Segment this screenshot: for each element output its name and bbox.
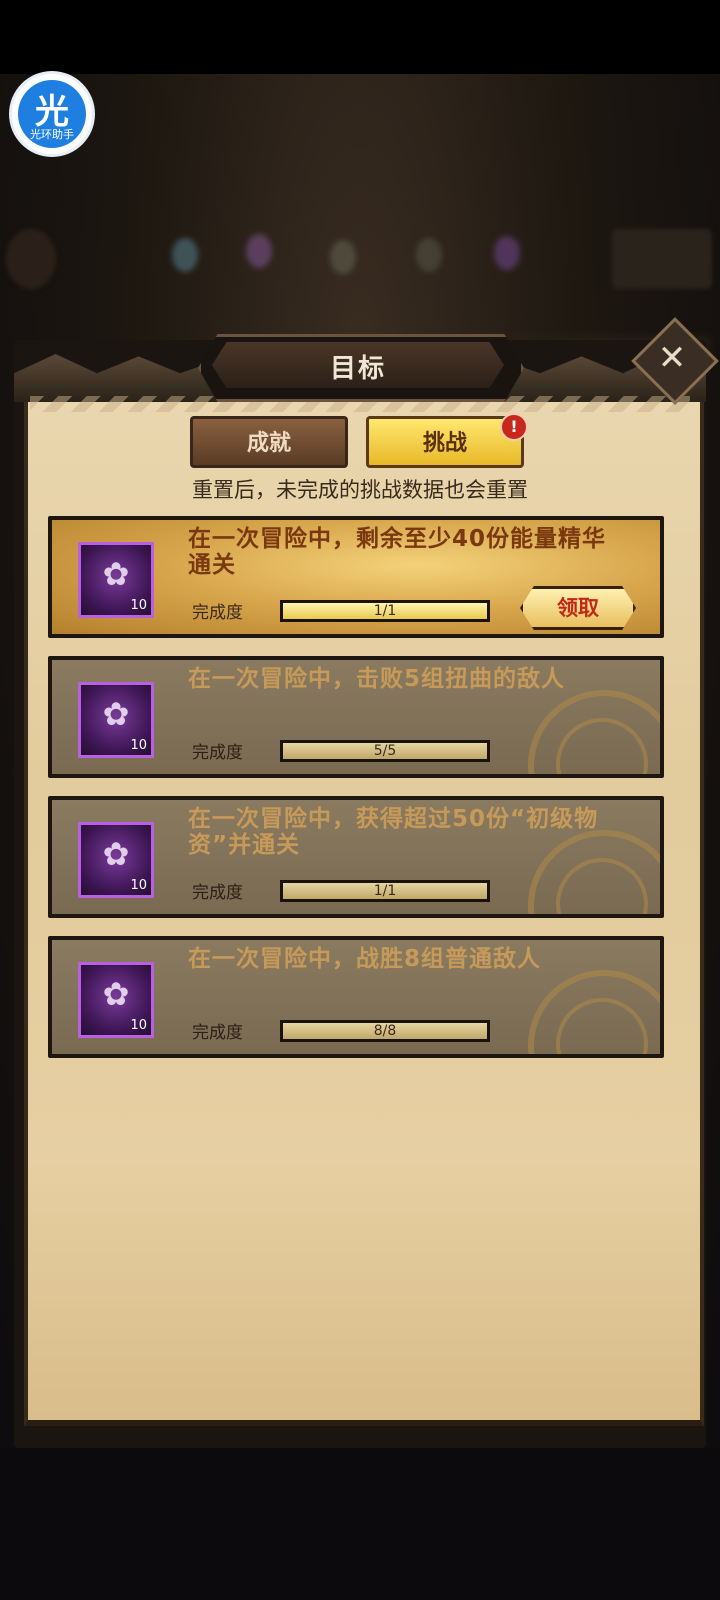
scroll-reward-icon[interactable]: ✿ 10 xyxy=(78,962,154,1038)
bg-resource-icon xyxy=(172,238,198,272)
progress-label: 完成度 xyxy=(192,883,243,903)
progress-value: 1/1 xyxy=(373,603,397,619)
reward-count: 10 xyxy=(130,738,147,753)
stamp-inner xyxy=(556,858,648,914)
progress-value: 8/8 xyxy=(373,1023,397,1039)
scroll-glyph: ✿ xyxy=(102,835,130,873)
challenge-title: 在一次冒险中，战胜8组普通敌人 xyxy=(188,946,542,972)
scroll-reward-icon[interactable]: ✿ 10 xyxy=(78,822,154,898)
bg-resource-icon xyxy=(494,236,520,270)
app-badge-icon[interactable]: 光 光环助手 xyxy=(12,74,92,154)
stamp-inner xyxy=(556,718,648,774)
reward-count: 10 xyxy=(130,598,147,613)
alert-badge-icon: ! xyxy=(500,413,528,441)
reward-count: 10 xyxy=(130,1018,147,1033)
progress-value: 5/5 xyxy=(373,743,397,759)
scroll-glyph: ✿ xyxy=(102,975,130,1013)
bg-button xyxy=(612,229,712,289)
bg-resource-icon xyxy=(416,238,442,272)
progress-bar: 8/8 xyxy=(280,1020,490,1042)
scroll-glyph: ✿ xyxy=(102,555,130,593)
stamp-inner xyxy=(556,998,648,1054)
challenge-row: ✿ 10 在一次冒险中，战胜8组普通敌人 完成度 8/8 xyxy=(48,936,664,1058)
bottom-area xyxy=(0,1448,720,1600)
progress-label: 完成度 xyxy=(192,743,243,763)
completed-stamp-icon xyxy=(528,970,660,1054)
scroll-reward-icon[interactable]: ✿ 10 xyxy=(78,542,154,618)
bg-resource-icon xyxy=(330,240,356,274)
tab-achievements[interactable]: 成就 xyxy=(190,416,348,468)
progress-bar: 1/1 xyxy=(280,880,490,902)
challenge-title: 在一次冒险中，击败5组扭曲的敌人 xyxy=(188,666,566,692)
status-bar xyxy=(0,0,720,74)
challenge-row: ✿ 10 在一次冒险中，获得超过50份“初级物资”并通关 完成度 1/1 xyxy=(48,796,664,918)
close-icon[interactable]: ✕ xyxy=(644,330,700,386)
reward-count: 10 xyxy=(130,878,147,893)
challenge-row: ✿ 10 在一次冒险中，剩余至少40份能量精华通关 完成度 1/1 领取 xyxy=(48,516,664,638)
bg-resource-icon xyxy=(246,234,272,268)
badge-circle: 光 光环助手 xyxy=(18,80,86,148)
completed-stamp-icon xyxy=(528,690,660,774)
claim-button[interactable]: 领取 xyxy=(520,586,636,630)
scroll-glyph: ✿ xyxy=(102,695,130,733)
badge-text: 光环助手 xyxy=(30,128,74,141)
progress-value: 1/1 xyxy=(373,883,397,899)
challenge-title: 在一次冒险中，剩余至少40份能量精华通关 xyxy=(188,526,607,578)
reset-notice: 重置后，未完成的挑战数据也会重置 xyxy=(192,478,528,502)
challenge-title: 在一次冒险中，获得超过50份“初级物资”并通关 xyxy=(188,806,599,858)
progress-label: 完成度 xyxy=(192,1023,243,1043)
progress-label: 完成度 xyxy=(192,603,243,623)
progress-bar: 5/5 xyxy=(280,740,490,762)
progress-bar: 1/1 xyxy=(280,600,490,622)
scroll-reward-icon[interactable]: ✿ 10 xyxy=(78,682,154,758)
dialog-title: 目标 xyxy=(329,354,386,384)
challenge-row: ✿ 10 在一次冒险中，击败5组扭曲的敌人 完成度 5/5 xyxy=(48,656,664,778)
